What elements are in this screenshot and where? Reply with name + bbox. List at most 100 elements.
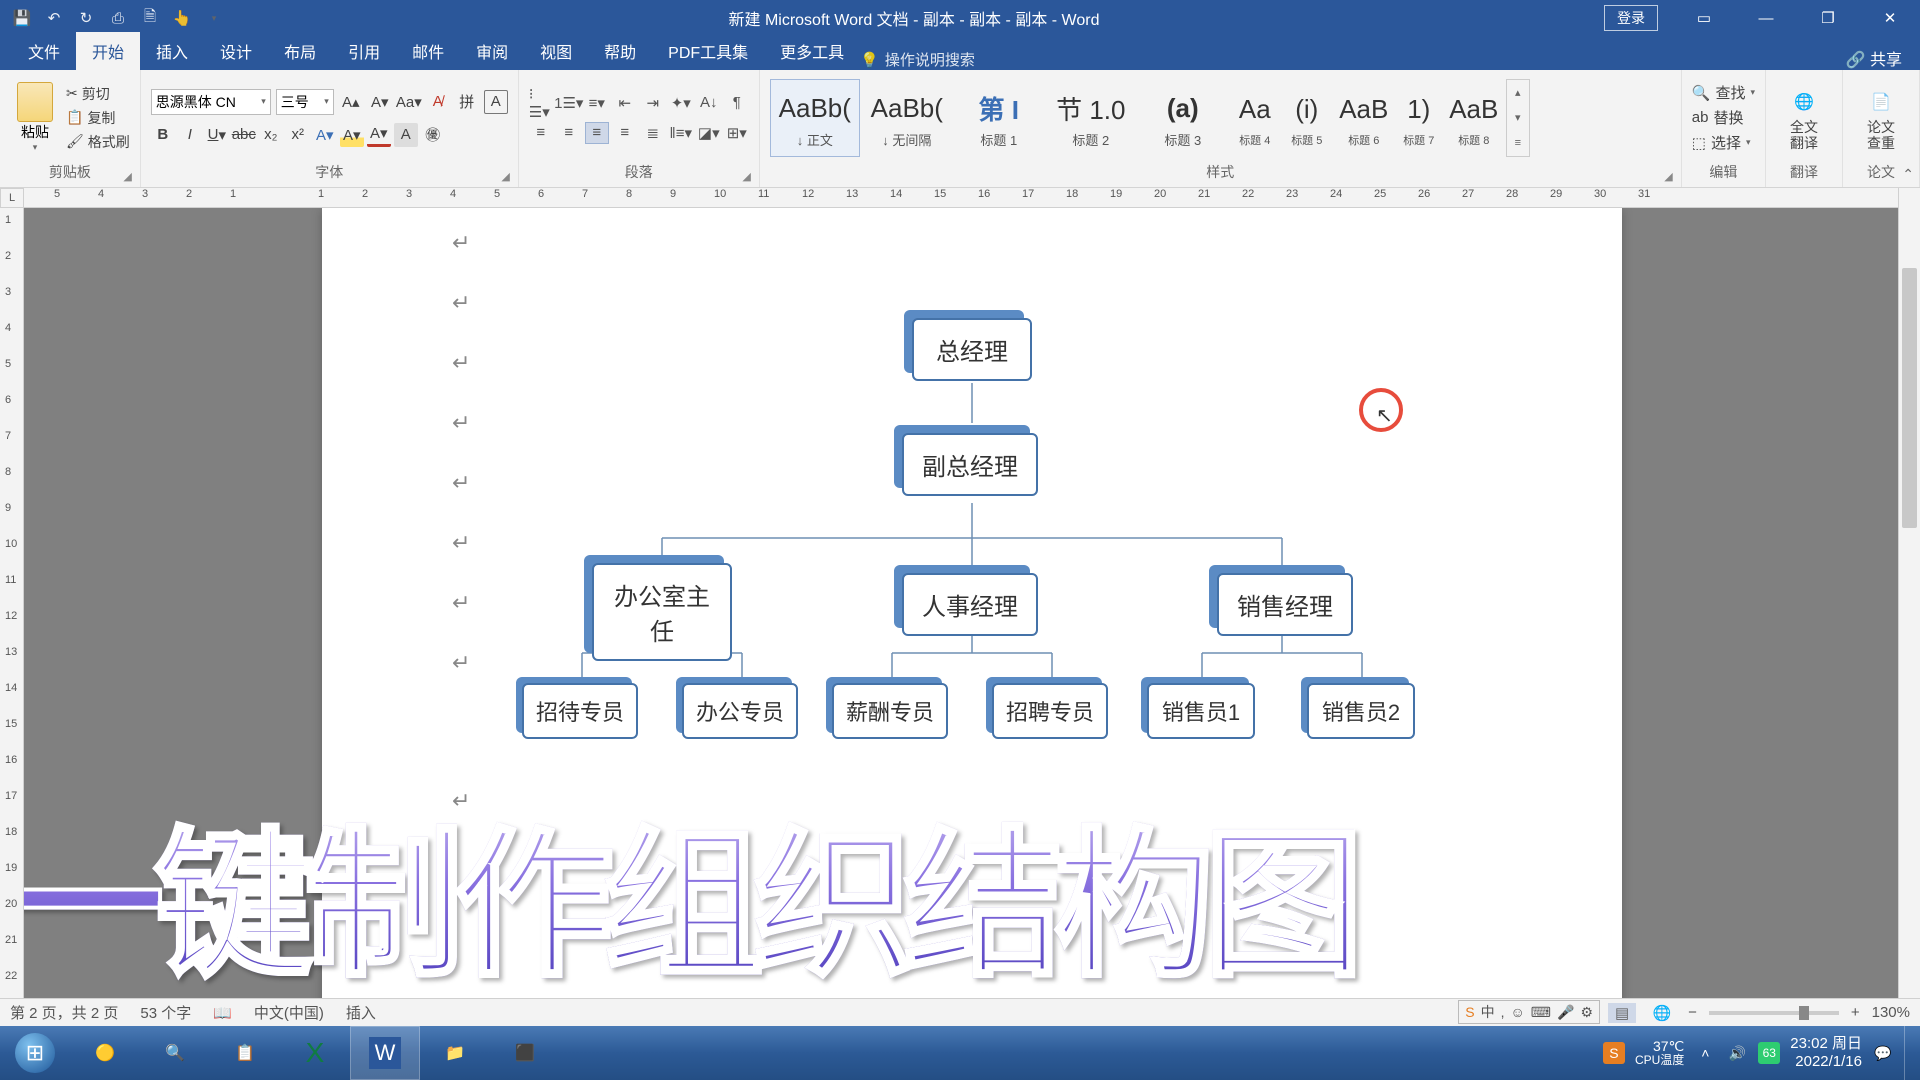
vertical-scrollbar[interactable]	[1898, 188, 1920, 998]
tab-home[interactable]: 开始	[76, 32, 140, 70]
numbering-button[interactable]: 1☰▾	[557, 92, 581, 114]
bullets-button[interactable]: ⁝☰▾	[529, 92, 553, 114]
tab-file[interactable]: 文件	[12, 32, 76, 70]
temperature[interactable]: 37℃	[1635, 1038, 1684, 1054]
italic-button[interactable]: I	[178, 123, 202, 147]
clipboard-launcher-icon[interactable]: ◢	[123, 170, 131, 183]
start-button[interactable]: ⊞	[0, 1026, 70, 1080]
highlight-button[interactable]: A▾	[340, 123, 364, 147]
char-shading-button[interactable]: A	[394, 123, 418, 147]
spell-check-icon[interactable]: 📖	[213, 1004, 232, 1022]
tab-view[interactable]: 视图	[524, 32, 588, 70]
find-button[interactable]: 🔍查找▾	[1692, 82, 1755, 103]
change-case-button[interactable]: Aa▾	[397, 90, 421, 114]
org-node-l4c[interactable]: 薪酬专员	[832, 683, 948, 739]
scroll-thumb[interactable]	[1902, 268, 1917, 528]
tray-expand-icon[interactable]: ˄	[1694, 1042, 1716, 1064]
style-h5[interactable]: (i)标题 5	[1282, 79, 1332, 157]
show-marks-button[interactable]: ¶	[725, 92, 749, 114]
language-indicator[interactable]: 中文(中国)	[254, 1002, 324, 1023]
ime-lang[interactable]: 中	[1481, 1002, 1495, 1022]
task-view-button[interactable]: 📋	[210, 1026, 280, 1080]
styles-launcher-icon[interactable]: ◢	[1664, 170, 1672, 183]
styles-scroll[interactable]: ▴▾≡	[1506, 79, 1530, 157]
zoom-out-button[interactable]: −	[1688, 1004, 1697, 1021]
ime-punct-icon[interactable]: ,	[1501, 1004, 1505, 1020]
new-doc-icon[interactable]: 🗎	[140, 8, 160, 28]
redo-icon[interactable]: ↻	[76, 8, 96, 28]
cpu-label[interactable]: CPU温度	[1635, 1054, 1684, 1068]
grow-font-button[interactable]: A▴	[339, 90, 363, 114]
paragraph-launcher-icon[interactable]: ◢	[742, 170, 750, 183]
org-node-l4a[interactable]: 招待专员	[522, 683, 638, 739]
cortana-button[interactable]: 🟡	[70, 1026, 140, 1080]
full-translate-button[interactable]: 🌐 全文翻译	[1776, 84, 1832, 151]
align-left-button[interactable]: ≡	[529, 122, 553, 144]
style-normal[interactable]: AaBb(↓ 正文	[770, 79, 860, 157]
increase-indent-button[interactable]: ⇥	[641, 92, 665, 114]
style-h2[interactable]: 节 1.0标题 2	[1046, 79, 1136, 157]
terminal-taskbar-item[interactable]: ⬛	[490, 1026, 560, 1080]
tab-review[interactable]: 审阅	[460, 32, 524, 70]
font-launcher-icon[interactable]: ◢	[501, 170, 509, 183]
action-center-icon[interactable]: 💬	[1872, 1042, 1894, 1064]
char-border-button[interactable]: A	[484, 90, 508, 114]
org-node-l2[interactable]: 副总经理	[902, 433, 1038, 496]
page-indicator[interactable]: 第 2 页，共 2 页	[10, 1002, 118, 1023]
web-layout-button[interactable]: 🌐	[1648, 1003, 1676, 1023]
sogou-icon[interactable]: S	[1603, 1042, 1625, 1064]
shading-button[interactable]: ◪▾	[697, 122, 721, 144]
search-button[interactable]: 🔍	[140, 1026, 210, 1080]
style-h6[interactable]: AaB标题 6	[1334, 79, 1394, 157]
battery-icon[interactable]: 63	[1758, 1042, 1780, 1064]
style-h4[interactable]: Aa标题 4	[1230, 79, 1280, 157]
document-area[interactable]: ↵ ↵ ↵ ↵ ↵ ↵ ↵ ↵ ↵ 总经理	[24, 208, 1898, 998]
copy-button[interactable]: 📋复制	[66, 108, 130, 128]
ruler-corner[interactable]: L	[0, 188, 24, 208]
org-node-l4f[interactable]: 销售员2	[1307, 683, 1415, 739]
style-h1[interactable]: 第 I标题 1	[954, 79, 1044, 157]
org-node-l4d[interactable]: 招聘专员	[992, 683, 1108, 739]
org-node-l4b[interactable]: 办公专员	[682, 683, 798, 739]
tab-insert[interactable]: 插入	[140, 32, 204, 70]
align-center-button[interactable]: ≡	[557, 122, 581, 144]
zoom-in-button[interactable]: +	[1851, 1004, 1860, 1021]
bold-button[interactable]: B	[151, 123, 175, 147]
cut-button[interactable]: ✂剪切	[66, 84, 130, 104]
horizontal-ruler[interactable]: 5432112345678910111213141516171819202122…	[24, 188, 1898, 208]
org-node-l3a[interactable]: 办公室主任	[592, 563, 732, 661]
collapse-ribbon-icon[interactable]: ⌃	[1902, 166, 1914, 183]
paste-button[interactable]: 粘贴 ▾	[10, 82, 60, 153]
org-node-l4e[interactable]: 销售员1	[1147, 683, 1255, 739]
superscript-button[interactable]: x²	[286, 123, 310, 147]
style-h3[interactable]: (a)标题 3	[1138, 79, 1228, 157]
style-no-spacing[interactable]: AaBb(↓ 无间隔	[862, 79, 952, 157]
maximize-button[interactable]: ❐	[1798, 0, 1858, 36]
format-painter-button[interactable]: 🖌格式刷	[66, 132, 130, 152]
style-h8[interactable]: AaB标题 8	[1444, 79, 1504, 157]
clock[interactable]: 23:02 周日 2022/1/16	[1790, 1035, 1862, 1071]
save-icon[interactable]: 💾	[12, 8, 32, 28]
ime-keyboard-icon[interactable]: ⌨	[1531, 1004, 1551, 1021]
subscript-button[interactable]: x₂	[259, 123, 283, 147]
align-right-button[interactable]: ≡	[585, 122, 609, 144]
shrink-font-button[interactable]: A▾	[368, 90, 392, 114]
tab-pdf[interactable]: PDF工具集	[652, 32, 764, 70]
sort-button[interactable]: A↓	[697, 92, 721, 114]
vertical-ruler[interactable]: 1234567891011121314151617181920212223242…	[0, 208, 24, 998]
zoom-slider[interactable]	[1709, 1011, 1839, 1015]
zoom-level[interactable]: 130%	[1872, 1004, 1910, 1021]
insert-mode[interactable]: 插入	[346, 1002, 376, 1023]
qat-dropdown-icon[interactable]: ▾	[204, 8, 224, 28]
strike-button[interactable]: abc	[232, 123, 256, 147]
print-preview-icon[interactable]: ⎙	[108, 8, 128, 28]
font-size-select[interactable]: 三号▾	[276, 89, 334, 115]
share-button[interactable]: 🔗 共享	[1846, 46, 1902, 70]
text-effects-button[interactable]: A▾	[313, 123, 337, 147]
org-node-l3c[interactable]: 销售经理	[1217, 573, 1353, 636]
asian-layout-button[interactable]: ✦▾	[669, 92, 693, 114]
tab-more[interactable]: 更多工具	[764, 32, 860, 70]
thesis-check-button[interactable]: 📄 论文查重	[1853, 84, 1909, 151]
replace-button[interactable]: ab替换	[1692, 107, 1755, 128]
ime-emoji-icon[interactable]: ☺	[1510, 1004, 1524, 1020]
